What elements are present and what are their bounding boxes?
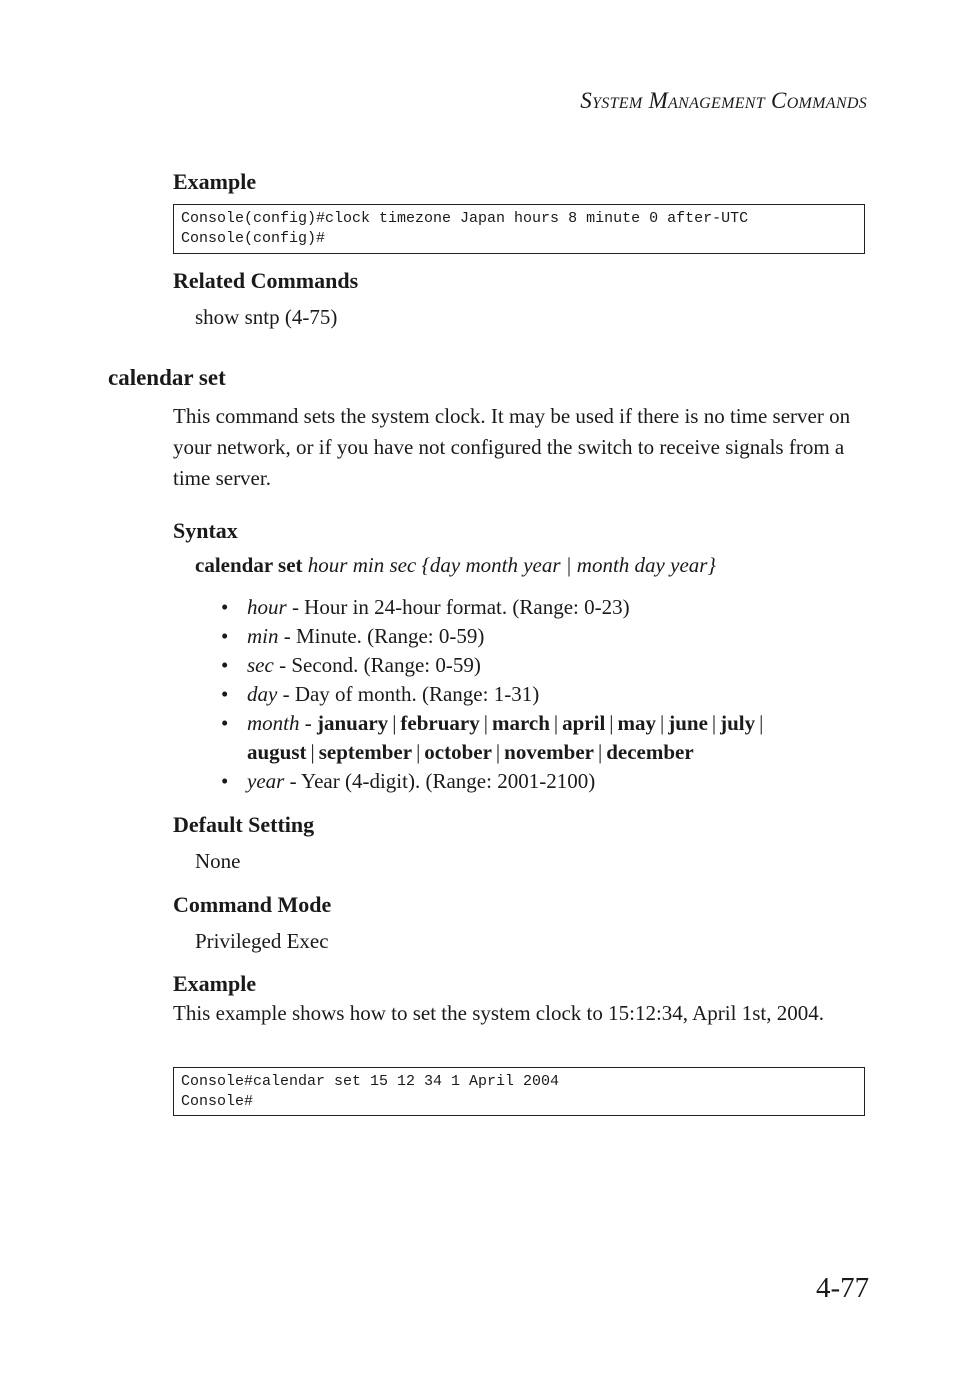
code-line: Console#calendar set 15 12 34 1 April 20… [181,1073,560,1090]
param-desc: - Second. (Range: 0-59) [273,653,481,677]
related-commands-heading: Related Commands [173,268,359,293]
header-smallcaps: ANAGEMENT [668,95,765,112]
syntax-args: hour min sec {day month year | month day… [307,553,716,577]
param-item: • month - january | february | march | april | ma… [221,711,764,764]
param-desc: - Day of month. (Range: 1-31) [277,682,540,706]
command-mode-heading: Command Mode [173,892,332,917]
month-option: october [424,740,492,764]
param-desc: - Hour in 24-hour format. (Range: 0-23) [286,595,630,619]
syntax-line: calendar set hour min sec {day month yea… [195,553,716,578]
month-option: november [504,740,594,764]
param-name: year [247,769,285,793]
bullet-icon: • [221,682,229,706]
page-number: 4-77 [816,1272,870,1304]
month-option: february [400,711,480,735]
header-smallcaps: YSTEM [592,95,643,112]
bullet-icon: • [221,769,229,793]
param-name: month [247,711,300,735]
param-desc: - Minute. (Range: 0-59) [278,624,485,648]
example-heading-prev: Example [173,169,257,194]
code-line: Console(config)# [181,229,326,247]
month-option: march [491,711,550,735]
month-option: june [668,711,708,735]
header-smallcaps: OMMANDS [786,95,867,112]
param-desc: - [299,711,317,735]
syntax-heading: Syntax [173,518,238,543]
code-example-prev: Console(config)#clock timezone Japan hou… [173,204,865,254]
bullet-icon: • [221,711,229,735]
param-name: day [247,682,278,706]
running-header: SYSTEM MANAGEMENT COMMANDS [580,88,867,114]
parameter-list: • hour - Hour in 24-hour format. (Range: … [221,593,871,796]
param-desc: - Year (4-digit). (Range: 2001-2100) [284,769,596,793]
bullet-icon: • [221,624,229,648]
month-option: april [562,711,606,735]
related-command-link[interactable]: show sntp (4-75) [195,302,337,333]
month-option: september [318,740,413,764]
header-cap: S [580,88,593,113]
code-line: Console# [181,1092,254,1110]
month-option: december [606,740,694,764]
param-item: • sec - Second. (Range: 0-59) [221,651,871,680]
month-option: july [720,711,756,735]
syntax-command: calendar set [195,553,303,577]
section-title: calendar set [108,365,226,390]
month-option: may [617,711,657,735]
param-name: hour [247,595,287,619]
example-description: This example shows how to set the system… [173,1001,824,1025]
param-name: sec [247,653,274,677]
param-name: min [247,624,279,648]
header-cap: C [771,88,787,113]
month-option: january [317,711,389,735]
header-cap: M [648,88,669,113]
param-item: • hour - Hour in 24-hour format. (Range: … [221,593,871,622]
code-line: Console(config)#clock timezone Japan hou… [181,210,749,227]
default-setting-value: None [195,849,241,873]
section-description: This command sets the system clock. It m… [173,404,851,490]
code-example: Console#calendar set 15 12 34 1 April 20… [173,1067,865,1116]
param-item: • min - Minute. (Range: 0-59) [221,622,871,651]
param-item: • year - Year (4-digit). (Range: 2001-210… [221,767,871,796]
default-setting-heading: Default Setting [173,812,315,837]
bullet-icon: • [221,653,229,677]
command-mode-value: Privileged Exec [195,929,329,953]
param-item: • day - Day of month. (Range: 1-31) [221,680,871,709]
example-heading: Example [173,971,257,996]
bullet-icon: • [221,595,229,619]
month-option: august [247,740,307,764]
